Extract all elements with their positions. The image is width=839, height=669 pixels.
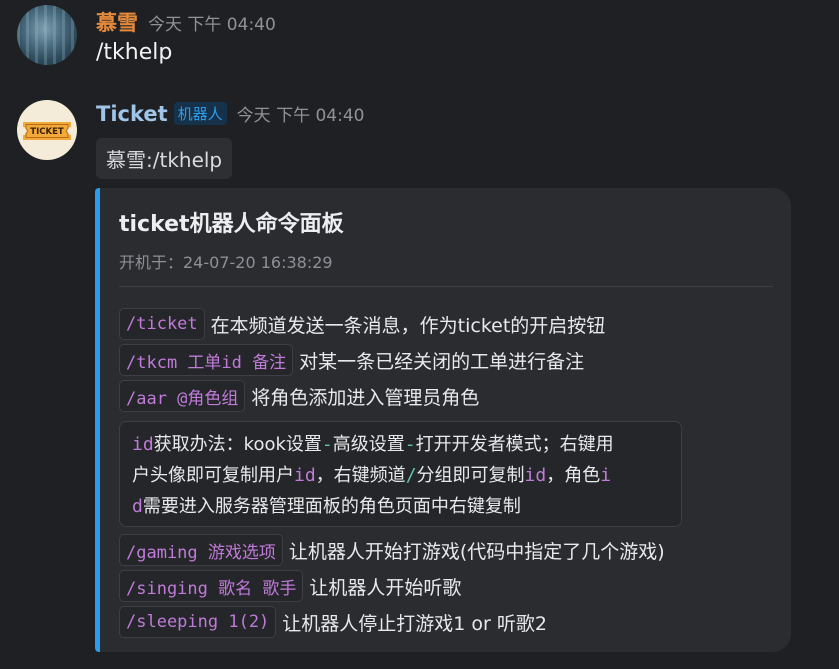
bot-message-header: Ticket 机器人 今天 下午 04:40 (96, 101, 364, 127)
username[interactable]: 慕雪 (96, 7, 138, 37)
note-line: 户头像即可复制用户id，右键频道/分组即可复制id，角色i (132, 460, 669, 491)
note-text: ，角色 (546, 465, 601, 486)
command-desc: 将角色添加进入管理员角色 (251, 386, 480, 409)
command-desc: 让机器人停止打游戏1 or 听歌2 (282, 612, 547, 635)
note-keyword: id (132, 434, 154, 455)
note-symbol: - (321, 434, 333, 455)
timestamp: 今天 下午 04:40 (148, 15, 276, 35)
card-title: ticket机器人命令面板 (119, 212, 344, 237)
note-line: id获取办法：kook设置-高级设置-打开开发者模式；右键用 (132, 429, 669, 460)
note-text: 需要进入服务器管理面板的角色页面中右键复制 (142, 496, 521, 517)
command-desc: 让机器人开始打游戏(代码中指定了几个游戏) (288, 540, 665, 563)
command-code[interactable]: /gaming 游戏选项 (119, 534, 283, 566)
card-subtitle: 开机于：24-07-20 16:38:29 (119, 253, 333, 272)
bot-username[interactable]: Ticket (96, 102, 168, 126)
note-symbol: - (404, 434, 416, 455)
note-keyword: id (294, 465, 316, 486)
message-text: /tkhelp (96, 40, 173, 65)
note-text: 打开开发者模式；右键用 (415, 434, 614, 455)
command-panel-card: ticket机器人命令面板 开机于：24-07-20 16:38:29 /tic… (95, 188, 791, 652)
command-code[interactable]: /ticket (119, 308, 205, 340)
command-code[interactable]: /aar @角色组 (119, 380, 246, 412)
note-keyword: d (132, 496, 143, 517)
note-text: ，右键频道 (315, 465, 406, 486)
timestamp: 今天 下午 04:40 (236, 106, 365, 126)
card-divider (119, 286, 773, 287)
command-row: /ticket 在本频道发送一条消息，作为ticket的开启按钮 (119, 308, 605, 340)
command-row: /gaming 游戏选项 让机器人开始打游戏(代码中指定了几个游戏) (119, 534, 665, 566)
card-accent-bar (95, 188, 100, 652)
user-message-header: 慕雪 今天 下午 04:40 (96, 7, 276, 37)
command-row: /tkcm 工单id 备注 对某一条已经关闭的工单进行备注 (119, 344, 584, 376)
ticket-logo-text: TICKET (30, 127, 64, 137)
command-desc: 在本频道发送一条消息，作为ticket的开启按钮 (210, 314, 606, 337)
note-symbol: / (405, 465, 417, 486)
ticket-avatar[interactable]: TICKET (17, 100, 77, 160)
command-row: /aar @角色组 将角色添加进入管理员角色 (119, 380, 479, 412)
note-text: 高级设置 (332, 434, 405, 455)
note-keyword: i (600, 465, 612, 486)
quoted-message[interactable]: 慕雪:/tkhelp (96, 138, 233, 179)
ticket-icon: TICKET (23, 122, 71, 140)
note-text: 户头像即可复制用户 (132, 465, 294, 486)
command-code[interactable]: /tkcm 工单id 备注 (119, 344, 294, 376)
note-text: 获取办法：kook设置 (153, 434, 322, 455)
command-code[interactable]: /singing 歌名 歌手 (119, 570, 304, 602)
note-line: d需要进入服务器管理面板的角色页面中右键复制 (132, 491, 669, 522)
id-help-note: id获取办法：kook设置-高级设置-打开开发者模式；右键用 户头像即可复制用户… (119, 421, 682, 527)
command-row: /sleeping 1(2) 让机器人停止打游戏1 or 听歌2 (119, 606, 547, 638)
command-row: /singing 歌名 歌手 让机器人开始听歌 (119, 570, 461, 602)
note-text: 分组即可复制 (416, 465, 525, 486)
note-keyword: id (524, 465, 547, 486)
command-desc: 对某一条已经关闭的工单进行备注 (299, 350, 585, 373)
bot-badge: 机器人 (173, 102, 227, 125)
command-desc: 让机器人开始听歌 (309, 576, 462, 599)
command-code[interactable]: /sleeping 1(2) (119, 606, 277, 638)
user-avatar[interactable] (17, 5, 77, 65)
